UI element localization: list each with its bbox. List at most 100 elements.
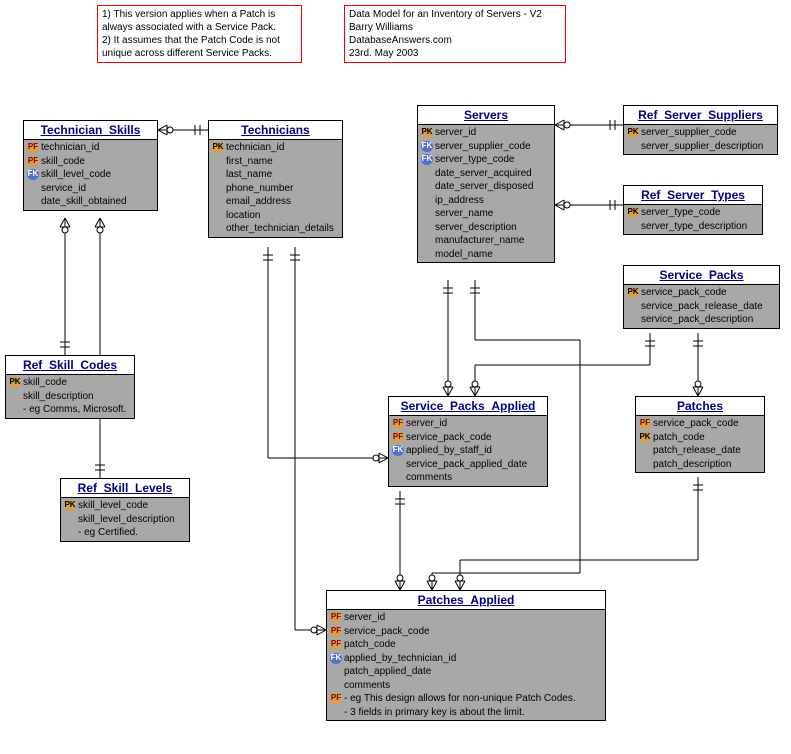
entity-title: Service_Packs xyxy=(624,266,779,285)
pf-key-icon: PF xyxy=(639,418,651,429)
entity-field: patch_applied_date xyxy=(330,665,602,679)
field-name: service_pack_code xyxy=(653,417,739,431)
entity-field: PFservice_pack_code xyxy=(392,431,544,445)
note-box-2: Data Model for an Inventory of Servers -… xyxy=(344,5,566,63)
entity-field: PFskill_code xyxy=(27,155,154,169)
entity-field: server_name xyxy=(421,207,551,221)
entity-patches-applied: Patches_Applied PFserver_idPFservice_pac… xyxy=(326,590,606,721)
field-name: server_type_code xyxy=(435,153,515,167)
field-name: patch_release_date xyxy=(653,444,741,458)
pk-key-icon: PK xyxy=(627,287,639,298)
entity-field: PFserver_id xyxy=(392,417,544,431)
pk-key-icon: PK xyxy=(421,127,433,138)
note2-line1: Data Model for an Inventory of Servers -… xyxy=(349,8,561,21)
entity-field: PF- eg This design allows for non-unique… xyxy=(330,692,602,706)
pf-key-icon: PF xyxy=(27,156,39,167)
fk-key-icon: FK xyxy=(27,169,39,180)
pf-key-icon: PF xyxy=(330,693,342,704)
entity-servers: Servers PKserver_idFKserver_supplier_cod… xyxy=(417,105,555,263)
fk-key-icon: FK xyxy=(421,141,433,152)
entity-field: PKpatch_code xyxy=(639,431,761,445)
entity-field: - eg Certified. xyxy=(64,526,186,540)
note1-line1: 1) This version applies when a Patch is xyxy=(102,8,297,21)
pf-key-icon: PF xyxy=(392,432,404,443)
pk-key-icon: PK xyxy=(212,142,224,153)
entity-ref-skill-levels: Ref_Skill_Levels PKskill_level_codeskill… xyxy=(60,478,190,542)
field-name: skill_code xyxy=(41,155,85,169)
entity-title: Ref_Server_Suppliers xyxy=(624,106,777,125)
fk-key-icon: FK xyxy=(330,653,342,664)
entity-patches: Patches PFservice_pack_codePKpatch_codep… xyxy=(635,396,765,473)
entity-field: model_name xyxy=(421,248,551,262)
entity-field: FKserver_type_code xyxy=(421,153,551,167)
pk-key-icon: PK xyxy=(627,207,639,218)
field-name: server_type_description xyxy=(641,220,747,234)
field-name: server_name xyxy=(435,207,493,221)
entity-field: date_server_acquired xyxy=(421,167,551,181)
entity-title: Technician_Skills xyxy=(24,121,157,140)
entity-service-packs: Service_Packs PKservice_pack_codeservice… xyxy=(623,265,780,329)
entity-field: PFtechnician_id xyxy=(27,141,154,155)
entity-field: PKserver_type_code xyxy=(627,206,759,220)
entity-field: PFserver_id xyxy=(330,611,602,625)
field-name: comments xyxy=(344,679,390,693)
field-name: technician_id xyxy=(226,141,284,155)
entity-field: last_name xyxy=(212,168,339,182)
entity-service-packs-applied: Service_Packs_Applied PFserver_idPFservi… xyxy=(388,396,548,487)
field-name: server_id xyxy=(344,611,385,625)
entity-field: server_description xyxy=(421,221,551,235)
entity-ref-server-suppliers: Ref_Server_Suppliers PKserver_supplier_c… xyxy=(623,105,778,155)
entity-field: other_technician_details xyxy=(212,222,339,236)
entity-field: PFpatch_code xyxy=(330,638,602,652)
entity-field: PKservice_pack_code xyxy=(627,286,776,300)
entity-title: Patches_Applied xyxy=(327,591,605,610)
field-name: ip_address xyxy=(435,194,484,208)
field-name: phone_number xyxy=(226,182,293,196)
pk-key-icon: PK xyxy=(64,500,76,511)
entity-field: PKskill_level_code xyxy=(64,499,186,513)
field-name: location xyxy=(226,209,260,223)
entity-field: first_name xyxy=(212,155,339,169)
field-name: server_id xyxy=(406,417,447,431)
field-name: patch_code xyxy=(344,638,396,652)
pf-key-icon: PF xyxy=(330,612,342,623)
field-name: server_supplier_code xyxy=(435,140,531,154)
entity-title: Technicians xyxy=(209,121,342,140)
field-name: patch_applied_date xyxy=(344,665,431,679)
entity-field: PFservice_pack_code xyxy=(639,417,761,431)
fk-key-icon: FK xyxy=(392,445,404,456)
note1-line4: unique across different Service Packs. xyxy=(102,47,297,60)
entity-title: Servers xyxy=(418,106,554,125)
field-name: service_id xyxy=(41,182,86,196)
field-name: service_pack_applied_date xyxy=(406,458,527,472)
entity-title: Ref_Skill_Levels xyxy=(61,479,189,498)
field-name: - eg Comms, Microsoft. xyxy=(23,403,126,417)
field-name: service_pack_code xyxy=(406,431,492,445)
entity-title: Service_Packs_Applied xyxy=(389,397,547,416)
entity-field: PKtechnician_id xyxy=(212,141,339,155)
entity-field: FKapplied_by_staff_id xyxy=(392,444,544,458)
pf-key-icon: PF xyxy=(330,639,342,650)
entity-field: date_server_disposed xyxy=(421,180,551,194)
entity-field: email_address xyxy=(212,195,339,209)
entity-field: FKskill_level_code xyxy=(27,168,154,182)
note2-line2: Barry Williams xyxy=(349,21,561,34)
field-name: server_type_code xyxy=(641,206,721,220)
entity-technician-skills: Technician_Skills PFtechnician_idPFskill… xyxy=(23,120,158,211)
field-name: date_server_disposed xyxy=(435,180,533,194)
field-name: date_skill_obtained xyxy=(41,195,127,209)
entity-field: skill_description xyxy=(9,390,131,404)
entity-field: FKserver_supplier_code xyxy=(421,140,551,154)
field-name: server_supplier_code xyxy=(641,126,737,140)
entity-field: PKserver_supplier_code xyxy=(627,126,774,140)
field-name: server_id xyxy=(435,126,476,140)
entity-ref-skill-codes: Ref_Skill_Codes PKskill_codeskill_descri… xyxy=(5,355,135,419)
field-name: patch_description xyxy=(653,458,731,472)
field-name: model_name xyxy=(435,248,493,262)
entity-field: server_type_description xyxy=(627,220,759,234)
entity-field: skill_level_description xyxy=(64,513,186,527)
field-name: comments xyxy=(406,471,452,485)
entity-field: PKskill_code xyxy=(9,376,131,390)
field-name: server_supplier_description xyxy=(641,140,763,154)
entity-ref-server-types: Ref_Server_Types PKserver_type_codeserve… xyxy=(623,185,763,235)
